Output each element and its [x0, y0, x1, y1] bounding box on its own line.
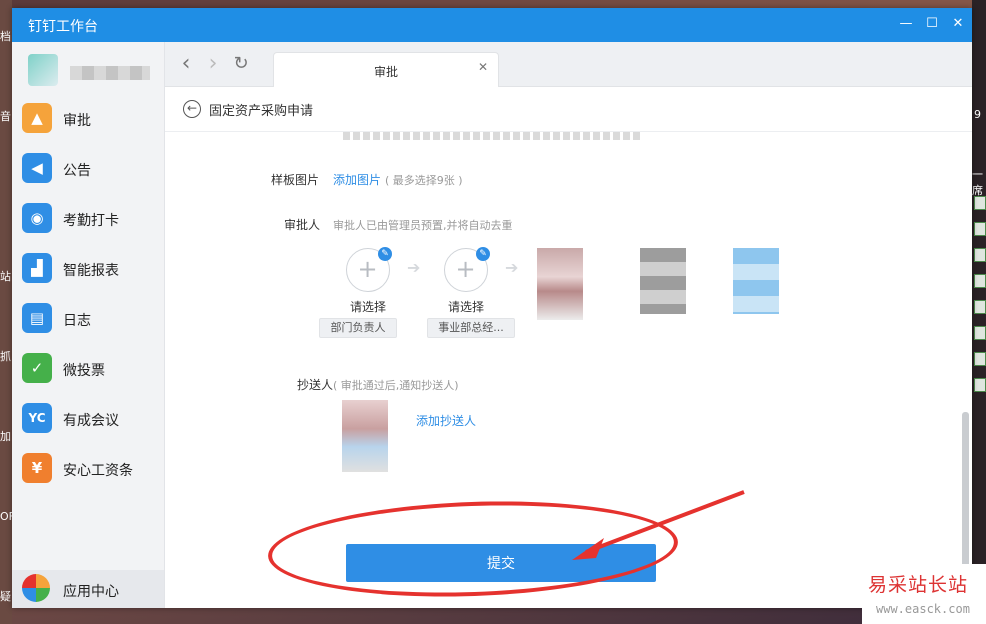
desktop-label: 站 — [0, 270, 11, 283]
arrow-right-icon: ➔ — [505, 258, 519, 277]
approver-avatar-blurred — [640, 248, 686, 314]
cc-hint: ( 审批通过后,通知抄送人) — [333, 379, 459, 392]
desktop-file-icon[interactable] — [974, 248, 986, 262]
approval-icon: ▲ — [22, 103, 52, 133]
sidebar-item-report[interactable]: ▟ 智能报表 — [12, 244, 164, 294]
sidebar-item-vote[interactable]: ✓ 微投票 — [12, 344, 164, 394]
desktop-file-icon[interactable] — [974, 274, 986, 288]
approver-label: 审批人 — [284, 218, 321, 232]
sidebar-item-log[interactable]: ▤ 日志 — [12, 294, 164, 344]
desktop-label: 疑 — [0, 590, 11, 603]
avatar — [28, 54, 58, 86]
desktop-label: 加 — [0, 430, 11, 443]
app-center-icon — [22, 574, 50, 602]
tab-approval[interactable]: 审批 ✕ — [273, 52, 499, 87]
maximize-icon[interactable]: ☐ — [924, 16, 940, 32]
tab-bar: ‹ › ↻ 审批 ✕ — [165, 42, 972, 87]
sidebar-item-attendance[interactable]: ◉ 考勤打卡 — [12, 194, 164, 244]
page-title: 固定资产采购申请 — [209, 104, 314, 119]
watermark: 易采站长站 www.easck.com — [862, 564, 986, 624]
desktop-label: 抓 — [0, 350, 11, 363]
desktop-file-icon[interactable] — [974, 196, 986, 210]
vote-icon: ✓ — [22, 353, 52, 383]
cc-label: 抄送人 — [297, 378, 334, 392]
sidebar-item-label: 智能报表 — [63, 263, 119, 279]
add-image-link[interactable]: 添加图片 — [333, 171, 381, 188]
desktop-label: 9 — [974, 108, 981, 121]
sidebar-item-label: 应用中心 — [63, 584, 119, 600]
annotation-arrow-icon — [572, 490, 745, 560]
desktop-left-strip: 档 音 站 抓 加 OF 疑 — [0, 0, 15, 624]
blurred-description — [343, 132, 643, 140]
window-title: 钉钉工作台 — [28, 19, 98, 35]
sidebar-item-label: 安心工资条 — [63, 463, 133, 479]
attendance-icon: ◉ — [22, 203, 52, 233]
desktop-label: 一席 — [972, 168, 983, 197]
sidebar-item-payslip[interactable]: ¥ 安心工资条 — [12, 444, 164, 494]
approver-hint: 审批人已由管理员预置,并将自动去重 — [333, 219, 513, 232]
desktop-file-icon[interactable] — [974, 222, 986, 236]
sidebar-item-label: 公告 — [63, 163, 91, 179]
approver-avatar-blurred — [537, 248, 583, 320]
sidebar-item-label: 日志 — [63, 313, 91, 329]
sidebar-item-label: 有成会议 — [63, 413, 119, 429]
edit-icon[interactable]: ✎ — [476, 247, 490, 261]
sidebar-item-label: 审批 — [63, 113, 91, 129]
back-arrow-icon[interactable]: ‹ — [176, 52, 196, 76]
desktop-file-icon[interactable] — [974, 300, 986, 314]
sidebar-item-meeting[interactable]: YC 有成会议 — [12, 394, 164, 444]
desktop-label: 档 — [0, 30, 11, 43]
desktop-label: 音 — [0, 110, 11, 123]
approver-role-tag: 部门负责人 — [319, 318, 397, 338]
meeting-icon: YC — [22, 403, 52, 433]
tab-close-icon[interactable]: ✕ — [478, 60, 488, 74]
user-profile[interactable] — [22, 50, 152, 90]
sidebar-item-app-center[interactable]: 应用中心 — [12, 570, 164, 608]
watermark-brand: 易采站长站 — [868, 574, 969, 596]
desktop-file-icon[interactable] — [974, 326, 986, 340]
report-icon: ▟ — [22, 253, 52, 283]
approver-avatar-blurred — [733, 248, 779, 314]
forward-arrow-icon[interactable]: › — [203, 52, 223, 76]
add-cc-link[interactable]: 添加抄送人 — [416, 412, 476, 429]
sidebar-item-label: 微投票 — [63, 363, 105, 379]
payslip-icon: ¥ — [22, 453, 52, 483]
arrow-right-icon: ➔ — [407, 258, 421, 277]
refresh-icon[interactable]: ↻ — [231, 52, 251, 76]
desktop-right-strip: 9 一席 — [972, 0, 986, 624]
minimize-icon[interactable]: — — [898, 16, 914, 32]
sidebar: ▲ 审批 ◀ 公告 ◉ 考勤打卡 ▟ 智能报表 ▤ 日志 ✓ 微投票 YC 有成… — [12, 42, 165, 608]
approver-role-tag: 事业部总经... — [427, 318, 515, 338]
cc-avatar-blurred — [342, 400, 388, 472]
log-icon: ▤ — [22, 303, 52, 333]
close-icon[interactable]: ✕ — [950, 16, 966, 32]
title-bar[interactable]: 钉钉工作台 — ☐ ✕ — [12, 8, 972, 42]
user-name-blurred — [70, 66, 150, 80]
approver-select-label: 请选择 — [349, 300, 386, 314]
approver-select-label: 请选择 — [447, 300, 484, 314]
desktop-file-icon[interactable] — [974, 378, 986, 392]
tab-label: 审批 — [373, 65, 398, 79]
desktop-file-icon[interactable] — [974, 352, 986, 366]
edit-icon[interactable]: ✎ — [378, 247, 392, 261]
watermark-url: www.easck.com — [876, 602, 970, 616]
sample-image-label: 样板图片 — [271, 173, 320, 187]
sample-image-hint: ( 最多选择9张 ) — [385, 174, 463, 187]
sidebar-item-label: 考勤打卡 — [63, 213, 119, 229]
sidebar-item-announcement[interactable]: ◀ 公告 — [12, 144, 164, 194]
announcement-icon: ◀ — [22, 153, 52, 183]
sidebar-item-approval[interactable]: ▲ 审批 — [12, 94, 164, 144]
page-header: ← 固定资产采购申请 — [165, 87, 972, 132]
back-circle-icon[interactable]: ← — [183, 100, 201, 118]
